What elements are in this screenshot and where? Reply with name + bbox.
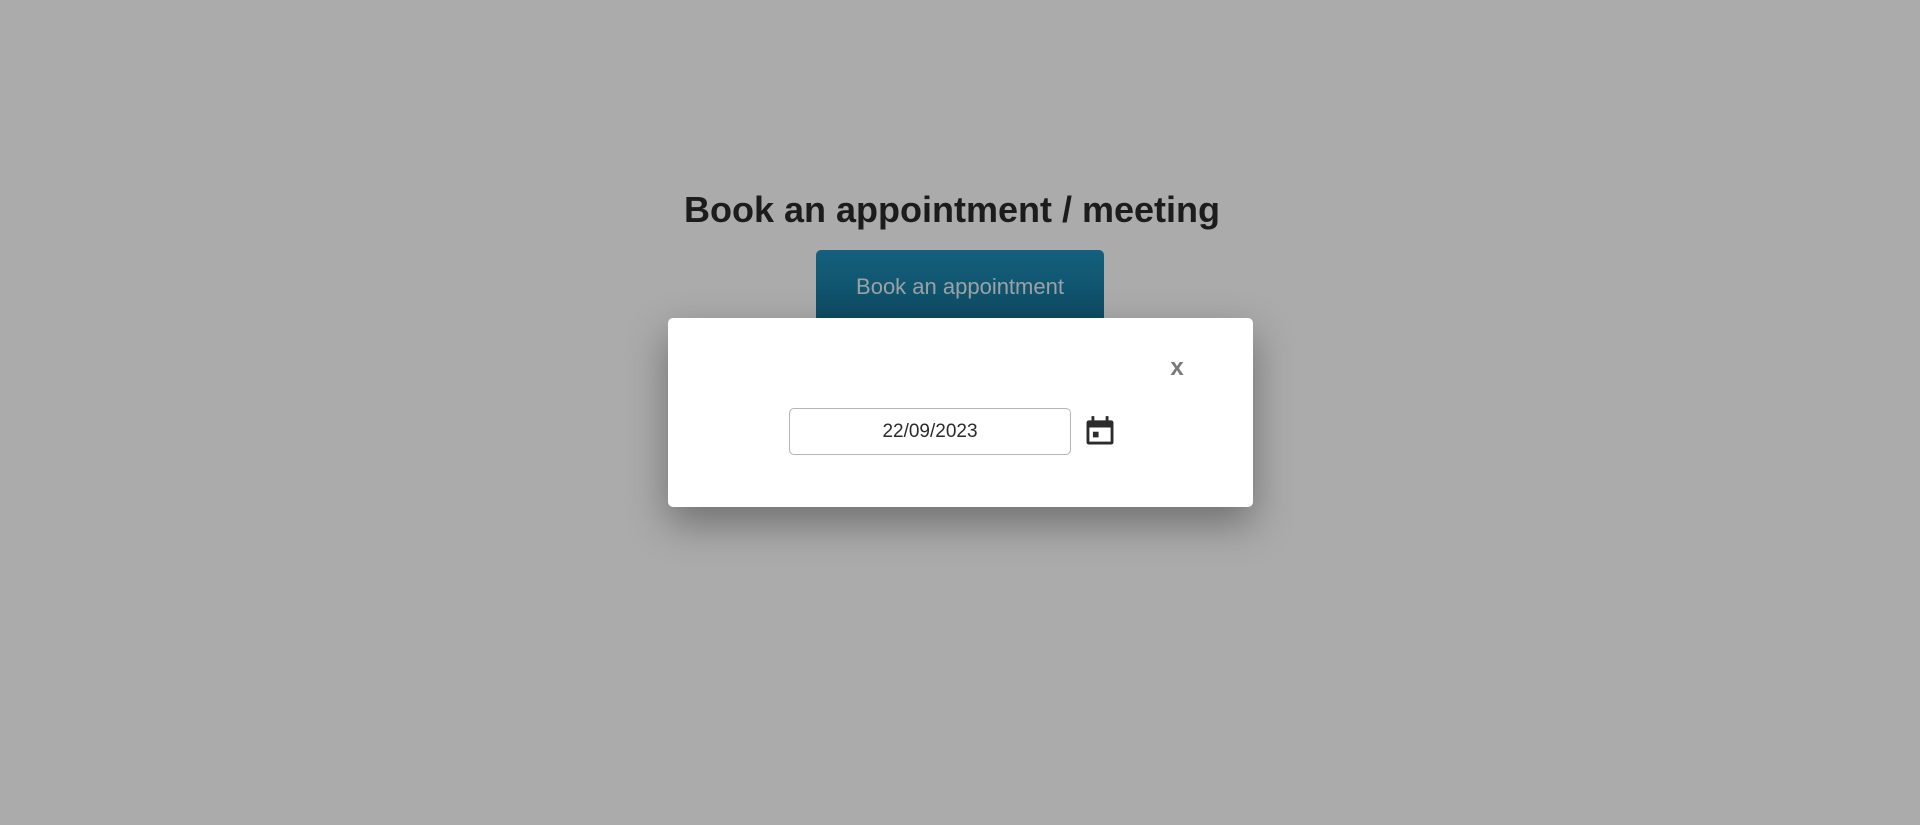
calendar-icon [1086, 416, 1114, 445]
date-picker-modal: x [668, 318, 1253, 507]
calendar-button[interactable] [1083, 414, 1117, 448]
date-input[interactable] [789, 408, 1071, 455]
close-button[interactable]: x [1162, 353, 1192, 383]
